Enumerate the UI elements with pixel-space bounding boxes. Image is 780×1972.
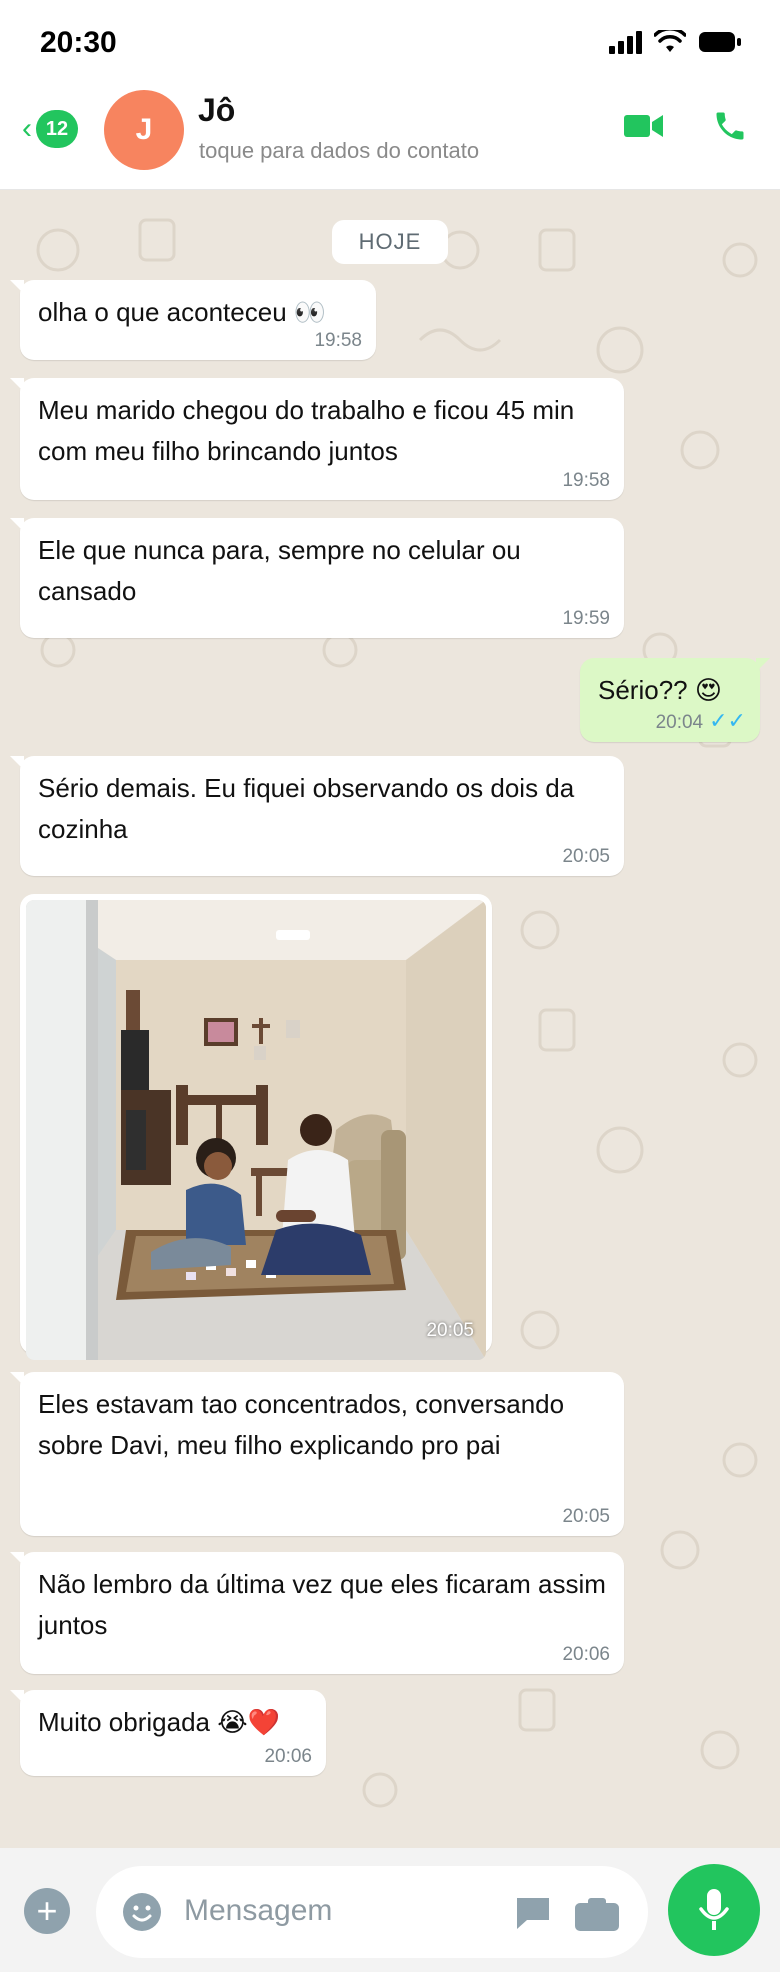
read-receipt-icon: ✓✓ (709, 708, 746, 733)
status-bar: 20:30 (0, 0, 780, 84)
contact-name[interactable]: Jô (198, 92, 235, 129)
battery-icon (699, 32, 741, 52)
message-text: Não lembro da última vez que eles ficara… (38, 1569, 606, 1640)
message-bubble[interactable]: Ele que nunca para, sempre no celular ou… (10, 518, 624, 638)
message-bubble[interactable]: Não lembro da última vez que eles ficara… (10, 1552, 624, 1674)
chat-area[interactable]: HOJE olha o que aconteceu 👀 19:58 Meu ma… (0, 190, 780, 1848)
message-bubble[interactable]: Eles estavam tao concentrados, conversan… (10, 1372, 624, 1536)
message-time: 20:05 (562, 846, 610, 867)
message-time: 20:05 (426, 1320, 474, 1341)
back-chevron-icon: ‹ (22, 112, 32, 145)
wifi-icon (654, 30, 686, 52)
phone-icon[interactable] (712, 108, 748, 144)
avatar[interactable]: J (104, 90, 184, 170)
emoji-icon[interactable] (122, 1892, 162, 1932)
message-time: 20:04 (655, 712, 704, 733)
message-bubble[interactable]: olha o que aconteceu 👀 19:58 (10, 280, 376, 360)
message-text: Sério demais. Eu fiquei observando os do… (38, 773, 575, 844)
message-text: Eles estavam tao concentrados, conversan… (38, 1389, 565, 1460)
back-button[interactable]: ‹ 12 (22, 110, 78, 148)
message-time: 19:59 (562, 608, 610, 629)
shared-photo[interactable] (26, 900, 486, 1360)
message-bubble-outgoing[interactable]: Sério?? 😍 20:04 ✓✓ (580, 658, 770, 742)
message-time: 20:06 (562, 1644, 610, 1665)
message-input[interactable]: Mensagem (96, 1866, 648, 1958)
mic-icon (699, 1889, 729, 1930)
mic-button[interactable] (668, 1864, 760, 1956)
message-text: Sério?? 😍 (598, 675, 722, 705)
message-time: 19:58 (562, 470, 610, 491)
image-message[interactable]: 20:05 (20, 894, 492, 1360)
message-text: Meu marido chegou do trabalho e ficou 45… (38, 395, 575, 466)
plus-icon[interactable]: + (24, 1888, 70, 1934)
message-text: Muito obrigada 😭❤️ (38, 1707, 280, 1737)
message-input-bar: + Mensagem (0, 1848, 780, 1972)
video-call-icon[interactable] (624, 112, 664, 140)
message-bubble[interactable]: Meu marido chegou do trabalho e ficou 45… (10, 378, 624, 500)
contact-subtitle[interactable]: toque para dados do contato (199, 138, 479, 164)
message-time: 19:58 (314, 330, 362, 351)
date-divider: HOJE (332, 220, 448, 264)
message-bubble[interactable]: Sério demais. Eu fiquei observando os do… (10, 756, 624, 876)
chat-header: ‹ 12 J Jô toque para dados do contato (0, 84, 780, 190)
status-icons (608, 30, 742, 54)
signal-icon (609, 31, 642, 54)
sticker-icon[interactable] (514, 1894, 552, 1932)
message-time: 20:05 (562, 1506, 610, 1527)
message-bubble[interactable]: Muito obrigada 😭❤️ 20:06 (10, 1690, 326, 1776)
message-text: olha o que aconteceu 👀 (38, 297, 327, 327)
status-time: 20:30 (40, 26, 117, 59)
camera-icon[interactable] (574, 1896, 620, 1932)
message-text: Ele que nunca para, sempre no celular ou… (38, 535, 521, 606)
message-input-placeholder: Mensagem (184, 1894, 333, 1927)
message-meta: 20:04 ✓✓ (656, 710, 746, 734)
unread-count-badge: 12 (36, 110, 78, 148)
message-time: 20:06 (264, 1746, 312, 1767)
